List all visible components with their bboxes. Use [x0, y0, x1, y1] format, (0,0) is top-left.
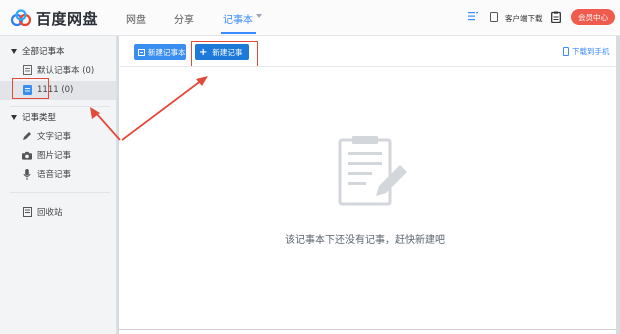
arrow-to-new-note — [121, 76, 208, 141]
annotation-arrows — [90, 76, 208, 141]
arrow-to-notebook — [90, 107, 121, 141]
